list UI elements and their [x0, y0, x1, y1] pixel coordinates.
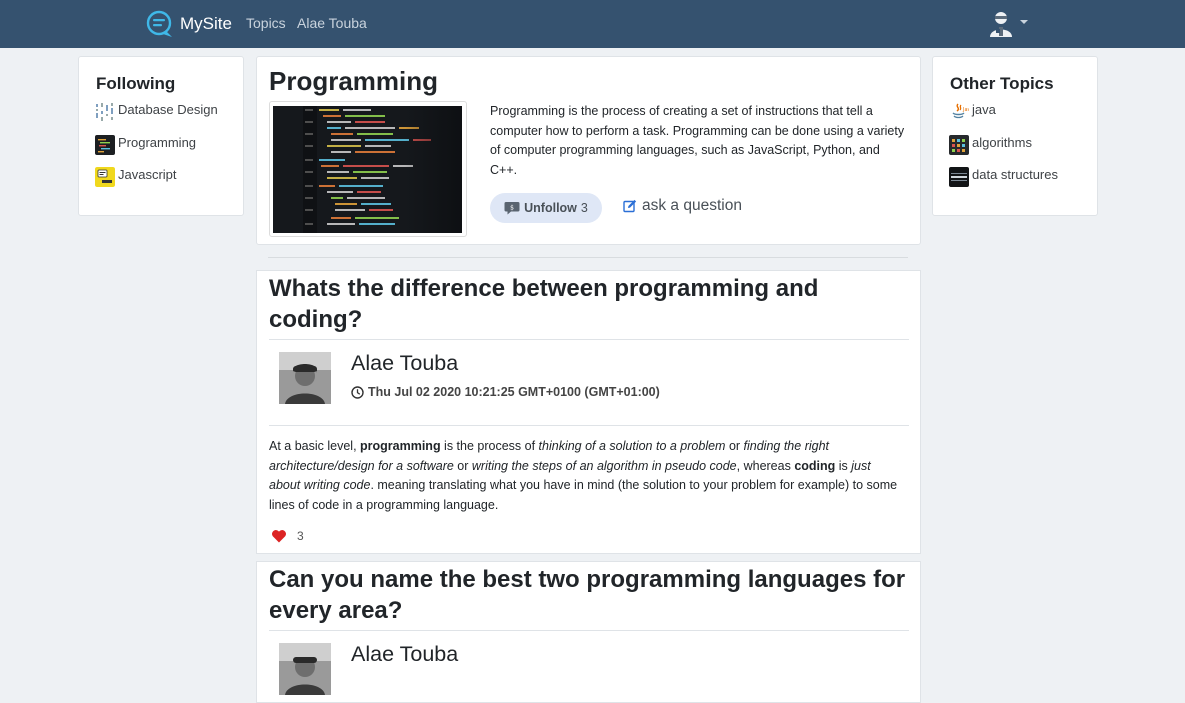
- question-title[interactable]: Whats the difference between programming…: [269, 274, 909, 335]
- question-body-segment: writing the steps of an algorithm in pse…: [471, 458, 737, 473]
- unfollow-button[interactable]: $ Unfollow 3: [490, 193, 602, 223]
- question-body-segment: coding: [794, 458, 836, 473]
- question-body-segment: thinking of a solution to a problem: [538, 439, 726, 453]
- question-body-segment: programming: [360, 439, 441, 453]
- question-card: Whats the difference between programming…: [256, 270, 921, 554]
- ask-question-link[interactable]: ask a question: [623, 197, 742, 215]
- question-date: Thu Jul 02 2020 10:21:25 GMT+0100 (GMT+0…: [351, 385, 660, 399]
- nav-link-profile[interactable]: Alae Touba: [297, 15, 367, 31]
- following-item-database-design[interactable]: Database Design: [95, 102, 218, 135]
- unfollow-label: Unfollow: [524, 201, 577, 215]
- question-title[interactable]: Can you name the best two programming la…: [269, 565, 909, 626]
- question-author[interactable]: Alae Touba: [351, 642, 458, 667]
- other-topic-label: java: [972, 102, 996, 117]
- topic-code-screen-image: [273, 106, 462, 233]
- following-title: Following: [96, 74, 176, 93]
- heart-icon: [272, 530, 286, 543]
- chevron-down-icon: [1020, 20, 1028, 24]
- other-topics-list: Java java algorithms data structures: [949, 102, 1058, 200]
- other-topics-card: Other Topics Java java algorithms: [932, 56, 1098, 216]
- other-topic-item-data-structures[interactable]: data structures: [949, 167, 1058, 200]
- like-count: 3: [297, 529, 304, 543]
- author-avatar: [279, 352, 331, 404]
- following-item-javascript[interactable]: Javascript: [95, 167, 218, 200]
- question-body-segment: or: [725, 439, 744, 453]
- other-topic-item-java[interactable]: Java java: [949, 102, 1058, 135]
- following-card: Following Database Design Programming Ja…: [78, 56, 244, 216]
- speech-bubble-icon: $: [504, 202, 520, 215]
- clock-icon: [351, 385, 364, 399]
- like-button[interactable]: 3: [271, 529, 304, 543]
- nav-link-topics[interactable]: Topics: [246, 15, 286, 31]
- question-divider: [269, 630, 909, 631]
- edit-icon: [623, 199, 637, 213]
- question-divider: [269, 339, 909, 340]
- question-body-segment: or: [453, 458, 472, 473]
- database-design-thumb-icon: [95, 102, 115, 122]
- question-body-segment: is the process of: [440, 439, 539, 453]
- brand-name: MySite: [180, 14, 232, 33]
- programming-thumb-icon: [95, 134, 115, 155]
- top-navbar: MySite Topics Alae Touba: [0, 0, 1185, 48]
- other-topic-label: data structures: [972, 167, 1058, 182]
- topic-description: Programming is the process of creating a…: [490, 104, 905, 177]
- other-topic-item-algorithms[interactable]: algorithms: [949, 134, 1058, 168]
- question-body-segment: is: [835, 458, 852, 473]
- user-menu-toggle[interactable]: [988, 10, 1028, 38]
- question-body-segment: , whereas: [736, 458, 795, 473]
- other-topics-title: Other Topics: [950, 74, 1054, 93]
- topic-header-card: Programming Programming is the process o…: [256, 56, 921, 245]
- section-divider: [268, 257, 908, 258]
- chat-bubble-logo-icon: [146, 10, 172, 37]
- following-item-label: Database Design: [118, 102, 218, 117]
- following-item-label: Programming: [118, 134, 197, 150]
- java-thumb-icon: Java: [949, 102, 969, 122]
- data-structures-thumb-icon: [949, 167, 969, 187]
- following-item-programming[interactable]: Programming: [95, 134, 218, 168]
- user-avatar-icon: [990, 12, 1012, 37]
- other-topic-label: algorithms: [972, 134, 1032, 150]
- question-date-text: Thu Jul 02 2020 10:21:25 GMT+0100 (GMT+0…: [368, 385, 660, 399]
- svg-text:$: $: [510, 204, 514, 211]
- followers-count: 3: [580, 201, 588, 215]
- topic-title: Programming: [269, 66, 439, 96]
- question-card: Can you name the best two programming la…: [256, 561, 921, 703]
- question-author[interactable]: Alae Touba: [351, 351, 458, 376]
- author-avatar: [279, 643, 331, 695]
- javascript-thumb-icon: [95, 167, 115, 187]
- following-item-label: Javascript: [118, 167, 177, 182]
- ask-question-label: ask a question: [642, 197, 742, 214]
- brand-link[interactable]: MySite: [146, 10, 232, 38]
- following-list: Database Design Programming Javascript: [95, 102, 218, 200]
- question-body-segment: At a basic level,: [269, 439, 361, 453]
- topic-image-frame: [269, 101, 467, 237]
- question-divider: [269, 425, 909, 426]
- question-body: At a basic level, programming is the pro…: [269, 437, 899, 515]
- svg-text:Java: Java: [962, 107, 969, 113]
- algorithms-thumb-icon: [949, 134, 969, 155]
